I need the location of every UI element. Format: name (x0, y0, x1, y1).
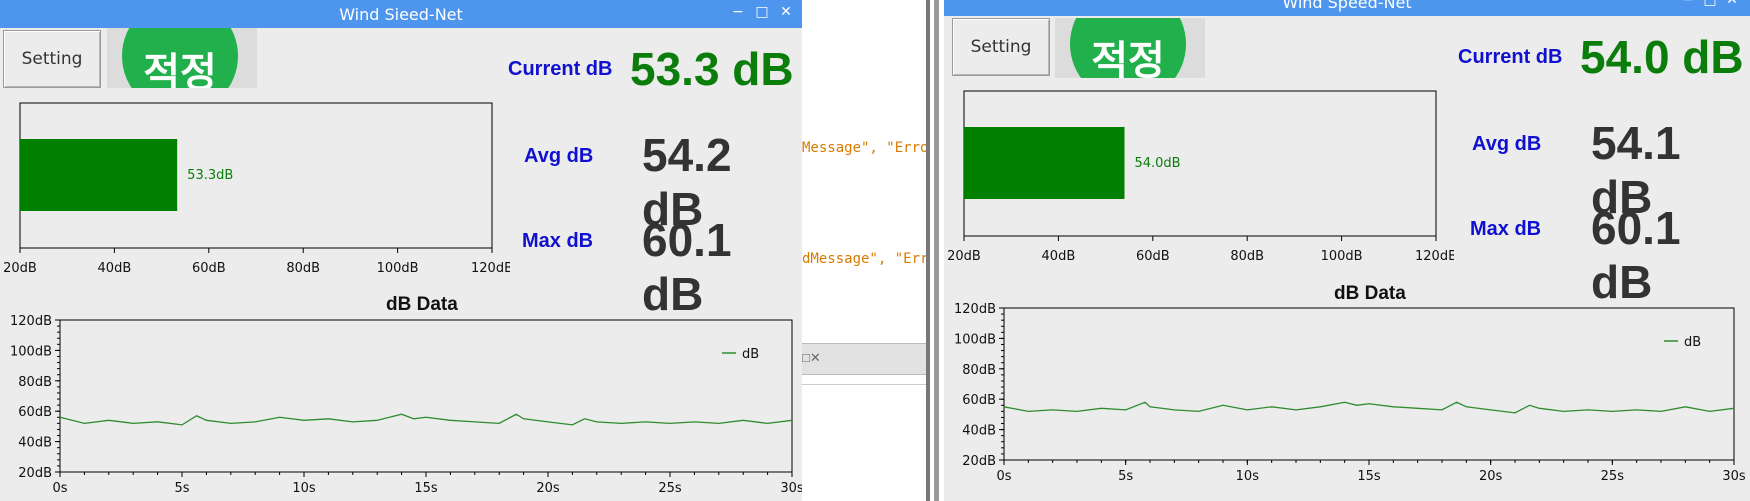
plot-frame (59, 319, 793, 473)
level-bar (964, 127, 1125, 199)
app-window-right: Wind Speed-Net − □ ✕ Setting 적정 54.0dB 20… (944, 0, 1750, 501)
window-title: Wind Sieed-Net (339, 5, 463, 24)
x-tick-label: 20dB (947, 249, 981, 263)
max-db-label: Max dB (1470, 218, 1542, 240)
max-db-value: 60.1 dB (1591, 202, 1681, 308)
x-tick-label: 0s (52, 481, 67, 496)
setting-button[interactable]: Setting (3, 30, 101, 88)
avg-db-label: Avg dB (1472, 133, 1542, 155)
y-tick-label: 60dB (962, 393, 996, 408)
x-tick-label: 100dB (1321, 249, 1363, 263)
y-tick-label: 20dB (18, 466, 52, 481)
current-db-label: Current dB (1458, 46, 1563, 68)
window-border (926, 0, 930, 501)
maximize-icon[interactable]: □ (754, 4, 770, 20)
code-line: Message", "Erro (802, 140, 929, 156)
setting-button[interactable]: Setting (952, 18, 1050, 76)
x-tick-label: 40dB (1042, 249, 1076, 263)
status-badge: 적정 (1070, 18, 1186, 78)
background-tab-strip: □✕ (802, 343, 926, 375)
y-tick-label: 20dB (962, 454, 996, 469)
current-db-value: 54.0 dB (1580, 31, 1744, 83)
legend-label: dB (742, 347, 759, 362)
x-tick-label: 5s (174, 481, 189, 496)
x-tick-label: 15s (414, 481, 438, 496)
background-editor: Message", "Erro dMessage", "Err □✕ (802, 0, 929, 501)
y-tick-label: 120dB (954, 302, 996, 317)
max-db-label: Max dB (522, 230, 594, 252)
x-tick-label: 120dB (1415, 249, 1454, 263)
y-tick-label: 60dB (18, 405, 52, 420)
x-tick-label: 100dB (377, 261, 419, 275)
avg-db-label: Avg dB (524, 145, 594, 167)
db-line-chart: 20dB 40dB 60dB 80dB 100dB 120dB 0s 5s 10s 15s 20s 2… (954, 302, 1746, 484)
x-tick-label: 60dB (1136, 249, 1170, 263)
x-tick-label: 20s (1479, 469, 1503, 484)
y-tick-label: 100dB (10, 344, 52, 359)
bar-value-label: 54.0dB (1134, 156, 1180, 171)
x-tick-label: 20s (536, 481, 560, 496)
close-icon[interactable]: ✕ (778, 4, 794, 20)
x-tick-label: 5s (1118, 469, 1133, 484)
status-indicator: 적정 (107, 28, 257, 88)
y-tick-label: 100dB (954, 332, 996, 347)
x-tick-label: 40dB (98, 261, 132, 275)
max-db-value: 60.1 dB (642, 214, 732, 320)
y-tick-label: 40dB (18, 436, 52, 451)
titlebar[interactable]: Wind Speed-Net − □ ✕ (944, 0, 1750, 16)
minimize-icon[interactable]: − (1680, 0, 1696, 8)
x-tick-label: 30s (1722, 469, 1746, 484)
x-tick-label: 60dB (192, 261, 226, 275)
level-bar-chart: 54.0dB 20dB 40dB 60dB 80dB 100dB 120dB (947, 90, 1454, 263)
x-tick-label: 80dB (1230, 249, 1264, 263)
current-db-label: Current dB (508, 58, 613, 80)
level-bar-chart: 53.3dB 20dB 40dB 60dB 80dB 100dB 120dB (3, 102, 510, 275)
x-tick-label: 25s (658, 481, 682, 496)
minimize-icon[interactable]: − (730, 4, 746, 20)
x-tick-label: 15s (1357, 469, 1381, 484)
level-bar (20, 139, 178, 211)
status-badge: 적정 (122, 28, 238, 88)
status-indicator: 적정 (1055, 18, 1205, 78)
x-tick-label: 0s (996, 469, 1011, 484)
y-tick-label: 40dB (962, 424, 996, 439)
x-tick-label: 10s (292, 481, 316, 496)
window-border (934, 0, 939, 501)
bar-value-label: 53.3dB (187, 168, 233, 183)
db-line-chart: 20dB 40dB 60dB 80dB 100dB 120dB 0s 5s 10s 15s 20s 2… (10, 314, 802, 496)
y-tick-label: 120dB (10, 314, 52, 329)
code-line: dMessage", "Err (802, 251, 929, 267)
maximize-icon[interactable]: □ (1702, 0, 1718, 8)
x-tick-label: 25s (1601, 469, 1625, 484)
x-tick-label: 80dB (286, 261, 320, 275)
plot-frame (1003, 307, 1735, 461)
x-tick-label: 20dB (3, 261, 37, 275)
titlebar[interactable]: Wind Sieed-Net − □ ✕ (0, 0, 802, 28)
y-tick-label: 80dB (18, 375, 52, 390)
close-icon[interactable]: ✕ (1724, 0, 1740, 8)
app-window-left: Wind Sieed-Net − □ ✕ Setting 적정 53.3dB 20… (0, 0, 802, 501)
x-tick-label: 30s (780, 481, 802, 496)
divider (802, 384, 926, 385)
y-tick-label: 80dB (962, 363, 996, 378)
tab-close-icon[interactable]: □✕ (802, 350, 821, 366)
x-tick-label: 10s (1236, 469, 1260, 484)
legend-label: dB (1684, 335, 1701, 350)
window-title: Wind Speed-Net (1282, 0, 1412, 12)
current-db-value: 53.3 dB (630, 43, 794, 95)
x-tick-label: 120dB (471, 261, 510, 275)
